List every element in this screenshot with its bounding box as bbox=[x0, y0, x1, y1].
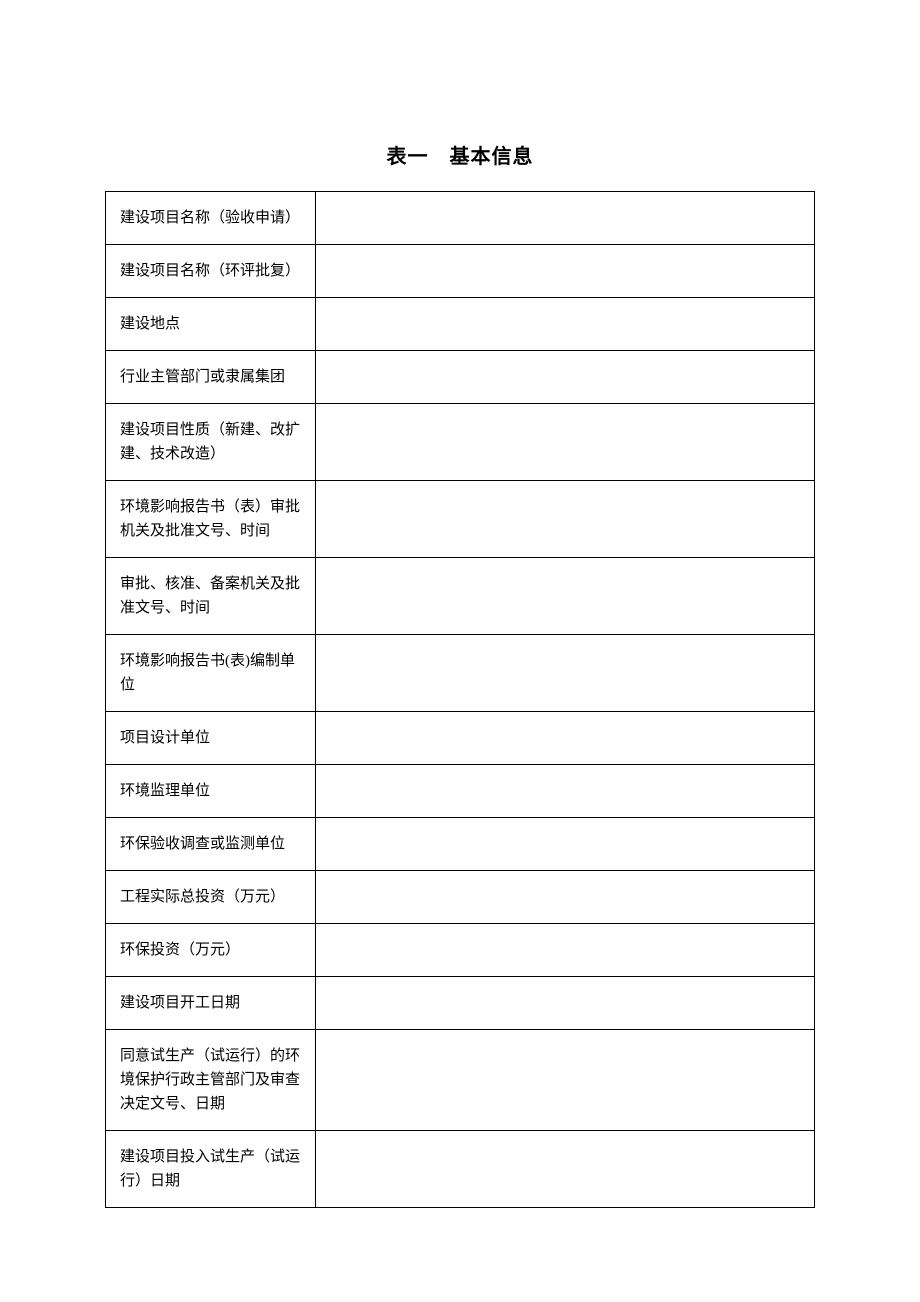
table-row: 项目设计单位 bbox=[106, 712, 815, 765]
row-label: 环保验收调查或监测单位 bbox=[106, 818, 316, 871]
row-value bbox=[315, 871, 814, 924]
row-value bbox=[315, 712, 814, 765]
table-row: 环境影响报告书(表)编制单位 bbox=[106, 635, 815, 712]
table-row: 建设项目开工日期 bbox=[106, 977, 815, 1030]
row-value bbox=[315, 1030, 814, 1131]
basic-info-table: 建设项目名称（验收申请） 建设项目名称（环评批复） 建设地点 行业主管部门或隶属… bbox=[105, 191, 815, 1208]
row-value bbox=[315, 351, 814, 404]
table-body: 建设项目名称（验收申请） 建设项目名称（环评批复） 建设地点 行业主管部门或隶属… bbox=[106, 192, 815, 1208]
row-value bbox=[315, 245, 814, 298]
row-label: 审批、核准、备案机关及批准文号、时间 bbox=[106, 558, 316, 635]
row-label: 环保投资（万元） bbox=[106, 924, 316, 977]
row-label: 环境影响报告书（表）审批机关及批准文号、时间 bbox=[106, 481, 316, 558]
table-row: 建设地点 bbox=[106, 298, 815, 351]
table-row: 建设项目名称（验收申请） bbox=[106, 192, 815, 245]
page-title: 表一 基本信息 bbox=[0, 0, 920, 191]
table-row: 建设项目性质（新建、改扩建、技术改造） bbox=[106, 404, 815, 481]
row-label: 建设项目投入试生产（试运行）日期 bbox=[106, 1131, 316, 1208]
row-label: 建设项目性质（新建、改扩建、技术改造） bbox=[106, 404, 316, 481]
row-label: 建设项目名称（环评批复） bbox=[106, 245, 316, 298]
table-row: 建设项目投入试生产（试运行）日期 bbox=[106, 1131, 815, 1208]
row-label: 环境监理单位 bbox=[106, 765, 316, 818]
table-row: 建设项目名称（环评批复） bbox=[106, 245, 815, 298]
table-row: 工程实际总投资（万元） bbox=[106, 871, 815, 924]
row-value bbox=[315, 481, 814, 558]
table-row: 环保投资（万元） bbox=[106, 924, 815, 977]
row-value bbox=[315, 977, 814, 1030]
row-value bbox=[315, 404, 814, 481]
table-row: 环境影响报告书（表）审批机关及批准文号、时间 bbox=[106, 481, 815, 558]
row-label: 同意试生产（试运行）的环境保护行政主管部门及审查决定文号、日期 bbox=[106, 1030, 316, 1131]
table-row: 审批、核准、备案机关及批准文号、时间 bbox=[106, 558, 815, 635]
table-row: 行业主管部门或隶属集团 bbox=[106, 351, 815, 404]
row-value bbox=[315, 635, 814, 712]
table-row: 同意试生产（试运行）的环境保护行政主管部门及审查决定文号、日期 bbox=[106, 1030, 815, 1131]
row-value bbox=[315, 192, 814, 245]
row-label: 建设地点 bbox=[106, 298, 316, 351]
table-row: 环境监理单位 bbox=[106, 765, 815, 818]
row-value bbox=[315, 818, 814, 871]
row-value bbox=[315, 924, 814, 977]
row-value bbox=[315, 558, 814, 635]
row-label: 建设项目名称（验收申请） bbox=[106, 192, 316, 245]
table-row: 环保验收调查或监测单位 bbox=[106, 818, 815, 871]
row-label: 工程实际总投资（万元） bbox=[106, 871, 316, 924]
row-value bbox=[315, 1131, 814, 1208]
row-label: 项目设计单位 bbox=[106, 712, 316, 765]
row-label: 行业主管部门或隶属集团 bbox=[106, 351, 316, 404]
row-label: 环境影响报告书(表)编制单位 bbox=[106, 635, 316, 712]
row-value bbox=[315, 298, 814, 351]
row-value bbox=[315, 765, 814, 818]
row-label: 建设项目开工日期 bbox=[106, 977, 316, 1030]
